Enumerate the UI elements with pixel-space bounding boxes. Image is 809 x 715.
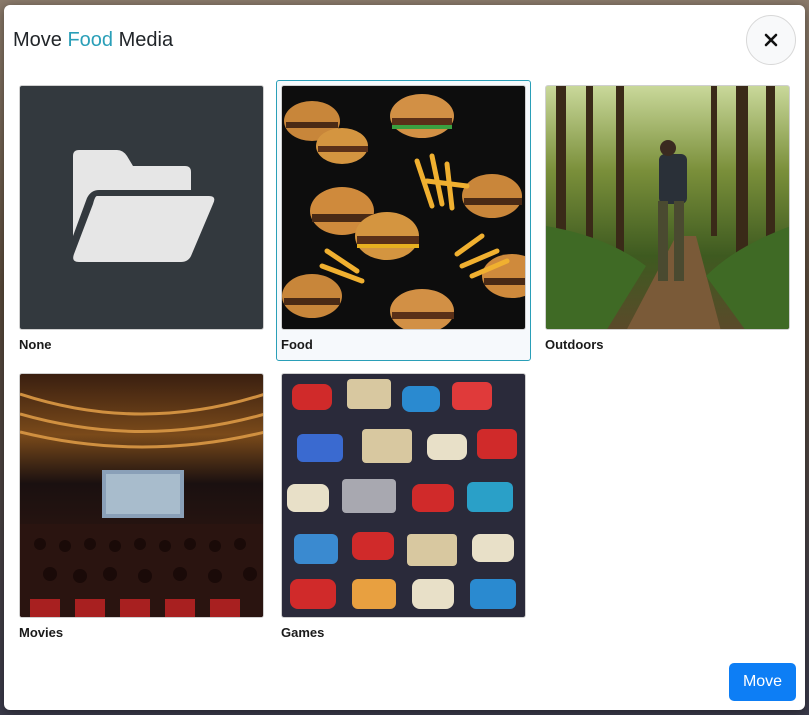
- close-icon: [764, 33, 778, 47]
- album-tile-food[interactable]: Food: [276, 80, 531, 361]
- move-button[interactable]: Move: [729, 663, 796, 701]
- album-label: Movies: [19, 625, 64, 640]
- movie-theater-image: [19, 373, 264, 618]
- dialog-title: Move Food Media: [13, 29, 174, 51]
- album-tile-movies[interactable]: Movies: [14, 368, 269, 649]
- forest-hiker-image: [545, 85, 790, 330]
- album-label: None: [19, 337, 52, 352]
- album-label: Outdoors: [545, 337, 604, 352]
- close-button[interactable]: [746, 15, 796, 65]
- album-tile-games[interactable]: Games: [276, 368, 531, 649]
- folder-open-icon: [19, 85, 264, 330]
- album-tile-outdoors[interactable]: Outdoors: [540, 80, 795, 361]
- move-media-dialog: Move Food Media None Food Outdoors Movie…: [4, 5, 805, 710]
- album-tile-none[interactable]: None: [14, 80, 269, 361]
- game-controllers-image: [281, 373, 526, 618]
- burgers-and-fries-image: [281, 85, 526, 330]
- current-album-name: Food: [67, 29, 114, 51]
- album-label: Games: [281, 625, 325, 640]
- album-label: Food: [281, 337, 313, 352]
